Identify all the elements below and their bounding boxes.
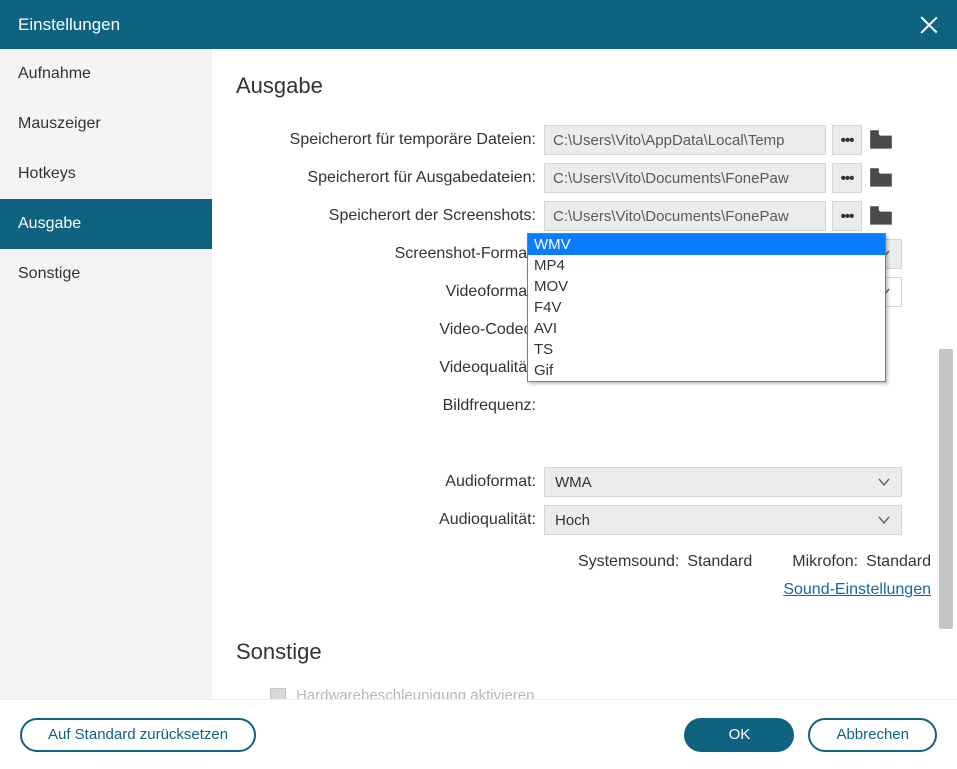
output-path-browse-button[interactable]: ••• bbox=[832, 163, 862, 193]
label-audio-format: Audioformat: bbox=[236, 473, 544, 491]
row-audio-quality: Audioqualität: Hoch bbox=[236, 501, 933, 539]
label-screenshot-format: Screenshot-Format: bbox=[236, 245, 544, 263]
dropdown-item-gif[interactable]: Gif bbox=[528, 360, 885, 381]
main-panel: Ausgabe Speicherort für temporäre Dateie… bbox=[212, 49, 957, 699]
row-hw-accel: Hardwarebeschleunigung aktivieren bbox=[236, 687, 933, 699]
dropdown-item-f4v[interactable]: F4V bbox=[528, 297, 885, 318]
close-icon[interactable] bbox=[919, 15, 939, 35]
dropdown-item-mp4[interactable]: MP4 bbox=[528, 255, 885, 276]
ok-button[interactable]: OK bbox=[684, 718, 794, 752]
folder-icon[interactable] bbox=[868, 129, 894, 151]
row-screenshot-path: Speicherort der Screenshots: C:\Users\Vi… bbox=[236, 197, 933, 235]
hw-accel-checkbox[interactable] bbox=[270, 688, 286, 700]
chevron-down-icon bbox=[877, 513, 891, 527]
status-row: Systemsound: Standard Mikrofon: Standard bbox=[236, 553, 933, 571]
sidebar-item-hotkeys[interactable]: Hotkeys bbox=[0, 149, 212, 199]
dropdown-item-avi[interactable]: AVI bbox=[528, 318, 885, 339]
mic-label: Mikrofon: bbox=[792, 553, 858, 571]
footer: Auf Standard zurücksetzen OK Abbrechen bbox=[0, 699, 957, 769]
sidebar-item-sonstige[interactable]: Sonstige bbox=[0, 249, 212, 299]
label-video-format: Videoformat: bbox=[236, 283, 544, 301]
sidebar-item-ausgabe[interactable]: Ausgabe bbox=[0, 199, 212, 249]
hw-accel-label: Hardwarebeschleunigung aktivieren bbox=[296, 687, 534, 699]
scrollbar[interactable] bbox=[939, 349, 953, 629]
audio-quality-select[interactable]: Hoch bbox=[544, 505, 902, 535]
window-title: Einstellungen bbox=[18, 15, 120, 35]
chevron-down-icon bbox=[877, 475, 891, 489]
dropdown-item-mov[interactable]: MOV bbox=[528, 276, 885, 297]
section-title-output: Ausgabe bbox=[236, 73, 933, 99]
system-sound-value: Standard bbox=[687, 553, 752, 571]
row-audio-format: Audioformat: WMA bbox=[236, 463, 933, 501]
dropdown-item-wmv[interactable]: WMV bbox=[528, 234, 885, 255]
section-title-other: Sonstige bbox=[236, 639, 933, 665]
audio-format-select[interactable]: WMA bbox=[544, 467, 902, 497]
label-audio-quality: Audioqualität: bbox=[236, 511, 544, 529]
sidebar: Aufnahme Mauszeiger Hotkeys Ausgabe Sons… bbox=[0, 49, 212, 699]
screenshot-path-input[interactable]: C:\Users\Vito\Documents\FonePaw bbox=[544, 201, 826, 231]
reset-defaults-button[interactable]: Auf Standard zurücksetzen bbox=[20, 718, 256, 752]
temp-path-input[interactable]: C:\Users\Vito\AppData\Local\Temp bbox=[544, 125, 826, 155]
label-temp-path: Speicherort für temporäre Dateien: bbox=[236, 131, 544, 149]
label-video-codec: Video-Codec: bbox=[236, 321, 544, 339]
sidebar-item-aufnahme[interactable]: Aufnahme bbox=[0, 49, 212, 99]
system-sound-label: Systemsound: bbox=[578, 553, 679, 571]
audio-format-value: WMA bbox=[555, 474, 592, 491]
dropdown-item-ts[interactable]: TS bbox=[528, 339, 885, 360]
sound-settings-link[interactable]: Sound-Einstellungen bbox=[783, 581, 931, 599]
folder-icon[interactable] bbox=[868, 167, 894, 189]
label-frame-rate: Bildfrequenz: bbox=[236, 397, 544, 415]
screenshot-path-browse-button[interactable]: ••• bbox=[832, 201, 862, 231]
mic-value: Standard bbox=[866, 553, 931, 571]
temp-path-browse-button[interactable]: ••• bbox=[832, 125, 862, 155]
cancel-button[interactable]: Abbrechen bbox=[808, 718, 937, 752]
sidebar-item-mauszeiger[interactable]: Mauszeiger bbox=[0, 99, 212, 149]
row-frame-rate: Bildfrequenz: bbox=[236, 387, 933, 425]
row-temp-path: Speicherort für temporäre Dateien: C:\Us… bbox=[236, 121, 933, 159]
audio-quality-value: Hoch bbox=[555, 512, 590, 529]
label-screenshot-path: Speicherort der Screenshots: bbox=[236, 207, 544, 225]
label-video-quality: Videoqualität: bbox=[236, 359, 544, 377]
video-format-dropdown[interactable]: WMV MP4 MOV F4V AVI TS Gif bbox=[527, 233, 886, 382]
titlebar: Einstellungen bbox=[0, 0, 957, 49]
folder-icon[interactable] bbox=[868, 205, 894, 227]
row-output-path: Speicherort für Ausgabedateien: C:\Users… bbox=[236, 159, 933, 197]
body: Aufnahme Mauszeiger Hotkeys Ausgabe Sons… bbox=[0, 49, 957, 699]
label-output-path: Speicherort für Ausgabedateien: bbox=[236, 169, 544, 187]
output-path-input[interactable]: C:\Users\Vito\Documents\FonePaw bbox=[544, 163, 826, 193]
